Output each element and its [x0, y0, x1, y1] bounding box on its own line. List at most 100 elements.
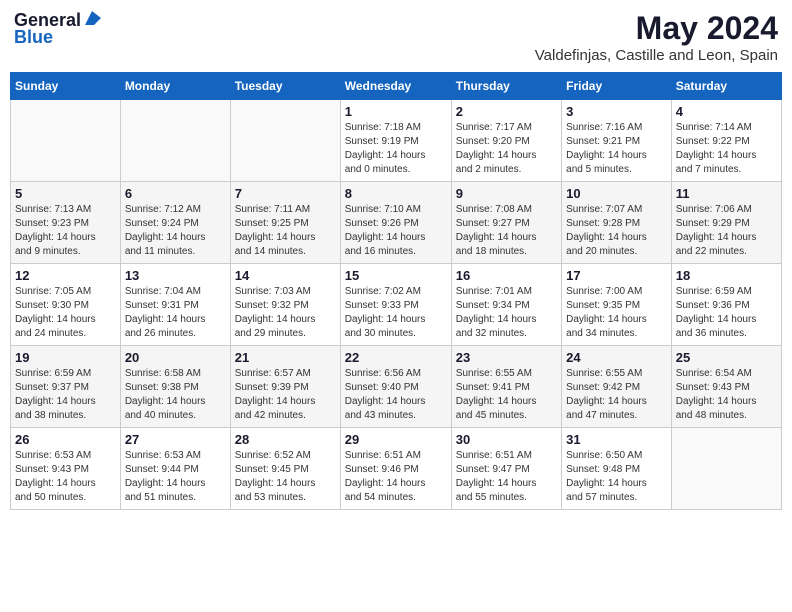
- day-number: 23: [456, 350, 557, 365]
- day-number: 30: [456, 432, 557, 447]
- location-title: Valdefinjas, Castille and Leon, Spain: [535, 47, 778, 64]
- col-header-sunday: Sunday: [11, 73, 121, 100]
- day-info: Sunrise: 7:02 AMSunset: 9:33 PMDaylight:…: [345, 285, 447, 341]
- day-info: Sunrise: 6:55 AMSunset: 9:41 PMDaylight:…: [456, 367, 557, 423]
- day-number: 19: [15, 350, 116, 365]
- calendar-cell: 29Sunrise: 6:51 AMSunset: 9:46 PMDayligh…: [340, 428, 451, 510]
- day-number: 20: [125, 350, 226, 365]
- day-number: 5: [15, 186, 116, 201]
- calendar-cell: 27 Sunrise: 6:53 AMSunset: 9:44 PMDayligh…: [120, 428, 230, 510]
- calendar-cell: 16 Sunrise: 7:01 AMSunset: 9:34 PMDayligh…: [451, 264, 561, 346]
- day-info: Sunrise: 7:11 AMSunset: 9:25 PMDaylight:…: [235, 203, 336, 259]
- calendar-cell: 18Sunrise: 6:59 AMSunset: 9:36 PMDayligh…: [671, 264, 781, 346]
- calendar-cell: 30 Sunrise: 6:51 AMSunset: 9:47 PMDayligh…: [451, 428, 561, 510]
- day-number: 24: [566, 350, 667, 365]
- day-info: Sunrise: 7:13 AMSunset: 9:23 PMDaylight:…: [15, 203, 116, 259]
- page-header: General Blue May 2024 Valdefinjas, Casti…: [10, 10, 782, 64]
- calendar-cell: 25 Sunrise: 6:54 AMSunset: 9:43 PMDayligh…: [671, 346, 781, 428]
- day-info: Sunrise: 7:12 AMSunset: 9:24 PMDaylight:…: [125, 203, 226, 259]
- day-info: Sunrise: 6:50 AMSunset: 9:48 PMDaylight:…: [566, 449, 667, 505]
- day-info: Sunrise: 6:53 AMSunset: 9:43 PMDaylight:…: [15, 449, 116, 505]
- day-number: 9: [456, 186, 557, 201]
- col-header-thursday: Thursday: [451, 73, 561, 100]
- calendar-cell: 15 Sunrise: 7:02 AMSunset: 9:33 PMDayligh…: [340, 264, 451, 346]
- day-info: Sunrise: 7:07 AMSunset: 9:28 PMDaylight:…: [566, 203, 667, 259]
- day-info: Sunrise: 7:08 AMSunset: 9:27 PMDaylight:…: [456, 203, 557, 259]
- day-number: 25: [676, 350, 777, 365]
- day-number: 15: [345, 268, 447, 283]
- day-info: Sunrise: 7:18 AMSunset: 9:19 PMDaylight:…: [345, 121, 447, 177]
- day-number: 21: [235, 350, 336, 365]
- day-number: 18: [676, 268, 777, 283]
- day-info: Sunrise: 7:00 AMSunset: 9:35 PMDaylight:…: [566, 285, 667, 341]
- calendar-cell: 19 Sunrise: 6:59 AMSunset: 9:37 PMDayligh…: [11, 346, 121, 428]
- day-info: Sunrise: 6:57 AMSunset: 9:39 PMDaylight:…: [235, 367, 336, 423]
- logo: General Blue: [14, 10, 101, 48]
- day-info: Sunrise: 7:17 AMSunset: 9:20 PMDaylight:…: [456, 121, 557, 177]
- month-title: May 2024: [535, 10, 778, 47]
- day-number: 26: [15, 432, 116, 447]
- calendar-cell: 6 Sunrise: 7:12 AMSunset: 9:24 PMDaylight…: [120, 182, 230, 264]
- calendar-cell: 5 Sunrise: 7:13 AMSunset: 9:23 PMDaylight…: [11, 182, 121, 264]
- day-info: Sunrise: 6:52 AMSunset: 9:45 PMDaylight:…: [235, 449, 336, 505]
- day-number: 13: [125, 268, 226, 283]
- day-info: Sunrise: 6:54 AMSunset: 9:43 PMDaylight:…: [676, 367, 777, 423]
- calendar-cell: 12 Sunrise: 7:05 AMSunset: 9:30 PMDayligh…: [11, 264, 121, 346]
- calendar-cell: 9 Sunrise: 7:08 AMSunset: 9:27 PMDaylight…: [451, 182, 561, 264]
- calendar-cell: 31Sunrise: 6:50 AMSunset: 9:48 PMDayligh…: [562, 428, 672, 510]
- calendar-cell: [671, 428, 781, 510]
- day-info: Sunrise: 7:16 AMSunset: 9:21 PMDaylight:…: [566, 121, 667, 177]
- calendar-table: SundayMondayTuesdayWednesdayThursdayFrid…: [10, 72, 782, 510]
- day-number: 11: [676, 186, 777, 201]
- calendar-cell: 11Sunrise: 7:06 AMSunset: 9:29 PMDayligh…: [671, 182, 781, 264]
- day-info: Sunrise: 6:56 AMSunset: 9:40 PMDaylight:…: [345, 367, 447, 423]
- calendar-cell: 28Sunrise: 6:52 AMSunset: 9:45 PMDayligh…: [230, 428, 340, 510]
- col-header-saturday: Saturday: [671, 73, 781, 100]
- day-number: 3: [566, 104, 667, 119]
- calendar-week-2: 5 Sunrise: 7:13 AMSunset: 9:23 PMDaylight…: [11, 182, 782, 264]
- day-info: Sunrise: 7:01 AMSunset: 9:34 PMDaylight:…: [456, 285, 557, 341]
- calendar-week-3: 12 Sunrise: 7:05 AMSunset: 9:30 PMDayligh…: [11, 264, 782, 346]
- calendar-cell: 26 Sunrise: 6:53 AMSunset: 9:43 PMDayligh…: [11, 428, 121, 510]
- day-number: 2: [456, 104, 557, 119]
- day-info: Sunrise: 6:59 AMSunset: 9:37 PMDaylight:…: [15, 367, 116, 423]
- day-info: Sunrise: 6:53 AMSunset: 9:44 PMDaylight:…: [125, 449, 226, 505]
- col-header-wednesday: Wednesday: [340, 73, 451, 100]
- calendar-cell: 4Sunrise: 7:14 AMSunset: 9:22 PMDaylight…: [671, 100, 781, 182]
- day-number: 8: [345, 186, 447, 201]
- calendar-week-4: 19 Sunrise: 6:59 AMSunset: 9:37 PMDayligh…: [11, 346, 782, 428]
- day-info: Sunrise: 6:55 AMSunset: 9:42 PMDaylight:…: [566, 367, 667, 423]
- day-info: Sunrise: 7:05 AMSunset: 9:30 PMDaylight:…: [15, 285, 116, 341]
- day-number: 29: [345, 432, 447, 447]
- day-number: 12: [15, 268, 116, 283]
- calendar-cell: 2 Sunrise: 7:17 AMSunset: 9:20 PMDaylight…: [451, 100, 561, 182]
- col-header-monday: Monday: [120, 73, 230, 100]
- calendar-cell: 14 Sunrise: 7:03 AMSunset: 9:32 PMDayligh…: [230, 264, 340, 346]
- calendar-cell: 13 Sunrise: 7:04 AMSunset: 9:31 PMDayligh…: [120, 264, 230, 346]
- day-info: Sunrise: 6:51 AMSunset: 9:47 PMDaylight:…: [456, 449, 557, 505]
- title-area: May 2024 Valdefinjas, Castille and Leon,…: [535, 10, 778, 64]
- logo-triangle-icon: [83, 11, 101, 30]
- calendar-cell: 17 Sunrise: 7:00 AMSunset: 9:35 PMDayligh…: [562, 264, 672, 346]
- day-info: Sunrise: 7:10 AMSunset: 9:26 PMDaylight:…: [345, 203, 447, 259]
- calendar-week-5: 26 Sunrise: 6:53 AMSunset: 9:43 PMDayligh…: [11, 428, 782, 510]
- day-number: 17: [566, 268, 667, 283]
- day-number: 6: [125, 186, 226, 201]
- calendar-cell: 10Sunrise: 7:07 AMSunset: 9:28 PMDayligh…: [562, 182, 672, 264]
- logo-blue-text: Blue: [14, 27, 53, 48]
- calendar-cell: 24 Sunrise: 6:55 AMSunset: 9:42 PMDayligh…: [562, 346, 672, 428]
- calendar-cell: [230, 100, 340, 182]
- day-info: Sunrise: 7:14 AMSunset: 9:22 PMDaylight:…: [676, 121, 777, 177]
- calendar-cell: 7 Sunrise: 7:11 AMSunset: 9:25 PMDaylight…: [230, 182, 340, 264]
- day-number: 27: [125, 432, 226, 447]
- calendar-cell: [11, 100, 121, 182]
- day-number: 14: [235, 268, 336, 283]
- calendar-cell: 3 Sunrise: 7:16 AMSunset: 9:21 PMDaylight…: [562, 100, 672, 182]
- day-number: 7: [235, 186, 336, 201]
- calendar-cell: 22Sunrise: 6:56 AMSunset: 9:40 PMDayligh…: [340, 346, 451, 428]
- day-info: Sunrise: 7:03 AMSunset: 9:32 PMDaylight:…: [235, 285, 336, 341]
- day-number: 16: [456, 268, 557, 283]
- calendar-cell: 8 Sunrise: 7:10 AMSunset: 9:26 PMDaylight…: [340, 182, 451, 264]
- calendar-cell: 20Sunrise: 6:58 AMSunset: 9:38 PMDayligh…: [120, 346, 230, 428]
- day-info: Sunrise: 7:04 AMSunset: 9:31 PMDaylight:…: [125, 285, 226, 341]
